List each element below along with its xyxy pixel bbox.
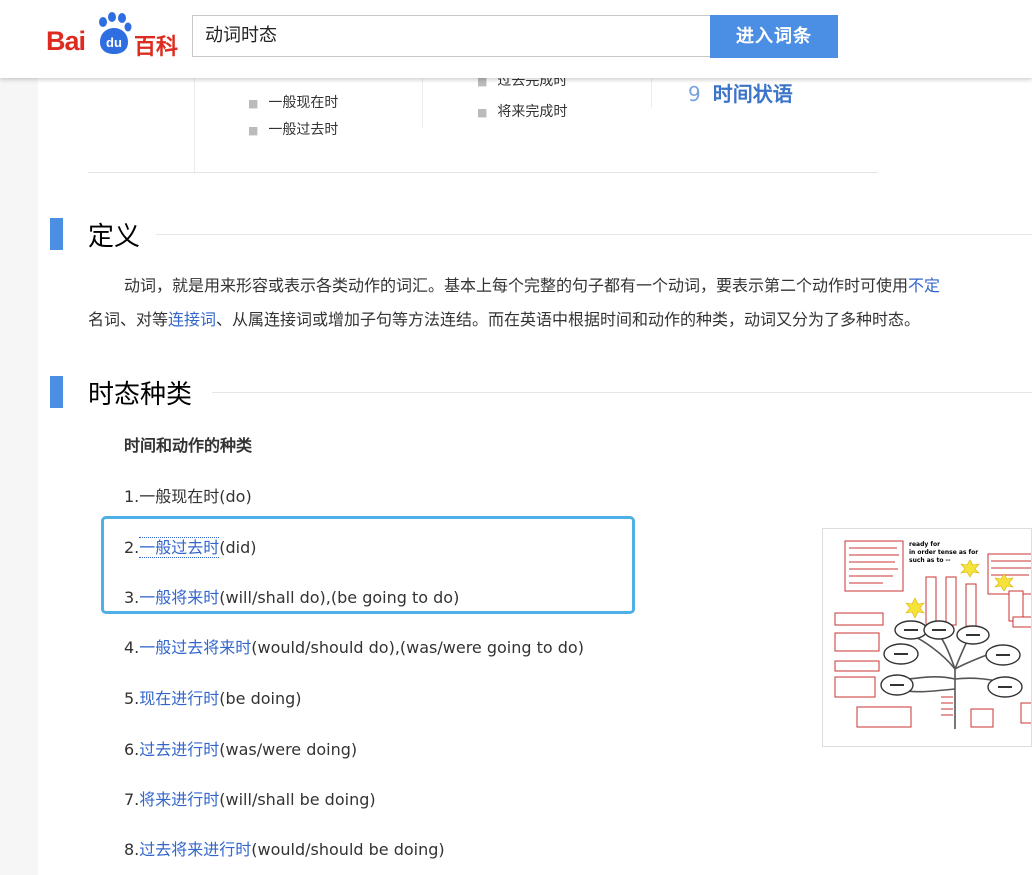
definition-line-1: 动词，就是用来形容或表示各类动作的词汇。基本上每个完整的句子都有一个动词，要表示… bbox=[124, 272, 940, 296]
section-divider bbox=[212, 392, 1032, 393]
bullet-icon: ■ bbox=[248, 124, 259, 137]
tense-tree-image[interactable]: ready for in order tense as for such as … bbox=[822, 528, 1032, 747]
toc-number: 9 bbox=[688, 82, 701, 106]
link-present-continuous[interactable]: 现在进行时 bbox=[139, 689, 219, 708]
tense-number: 8. bbox=[124, 840, 140, 859]
toc-divider bbox=[422, 78, 423, 128]
link-conjunction[interactable]: 连接词 bbox=[168, 310, 216, 329]
link-past-continuous[interactable]: 过去进行时 bbox=[139, 740, 219, 759]
bullet-icon: ■ bbox=[477, 106, 488, 119]
section-divider bbox=[156, 234, 1032, 235]
tense-number: 6. bbox=[124, 740, 140, 759]
tense-form: (was/were doing) bbox=[219, 740, 358, 759]
highlight-box bbox=[101, 516, 635, 614]
section-title-tense-types: 时态种类 bbox=[88, 380, 193, 410]
toc-divider bbox=[651, 78, 652, 108]
tense-item: 8.过去将来进行时(would/should be doing) bbox=[124, 836, 445, 860]
definition-text: 、从属连接词或增加子句等方法连结。而在英语中根据时间和动作的种类，动词又分为了多… bbox=[216, 310, 921, 329]
section-marker bbox=[50, 376, 63, 408]
link-infinitive[interactable]: 不定 bbox=[908, 276, 940, 295]
toc-item[interactable]: ■ 将来完成时 bbox=[477, 101, 567, 121]
tense-form: (would/should do),(was/were going to do) bbox=[251, 638, 584, 657]
logo-du-text: du bbox=[106, 35, 122, 50]
tense-form: (will/shall be doing) bbox=[219, 790, 376, 809]
tense-number: 1. bbox=[124, 487, 140, 506]
toc-item-time-adverbial[interactable]: 9 时间状语 bbox=[688, 78, 793, 107]
section-title-definition: 定义 bbox=[88, 222, 141, 252]
definition-line-2: 名词、对等连接词、从属连接词或增加子句等方法连结。而在英语中根据时间和动作的种类… bbox=[88, 306, 920, 330]
link-past-future-continuous[interactable]: 过去将来进行时 bbox=[139, 840, 251, 859]
tense-form: (would/should be doing) bbox=[251, 840, 445, 859]
tense-item: 6.过去进行时(was/were doing) bbox=[124, 736, 357, 760]
tense-item: 5.现在进行时(be doing) bbox=[124, 685, 302, 709]
logo-baike-text: 百科 bbox=[134, 35, 179, 60]
toc-item-label: 将来完成时 bbox=[497, 104, 568, 120]
tense-item: 1.一般现在时(do) bbox=[124, 483, 252, 507]
definition-text: 动词，就是用来形容或表示各类动作的词汇。基本上每个完整的句子都有一个动词，要表示… bbox=[124, 276, 909, 295]
search-input[interactable]: 动词时态 bbox=[192, 15, 710, 57]
tree-diagram-illustration: ready for in order tense as for such as … bbox=[834, 540, 1031, 729]
image-note: in order tense as for bbox=[909, 549, 978, 556]
toc-item-label: 时间状语 bbox=[712, 82, 793, 106]
toc-item-label: 一般过去时 bbox=[268, 122, 339, 138]
definition-text: 名词、对等 bbox=[88, 310, 169, 329]
toc-divider bbox=[88, 78, 195, 172]
tense-name: 一般现在时 bbox=[139, 487, 220, 506]
bullet-icon: ■ bbox=[248, 97, 259, 110]
tense-number: 5. bbox=[124, 689, 140, 708]
toc-item[interactable]: ■ 一般过去时 bbox=[248, 119, 338, 139]
image-note: such as to -- bbox=[909, 557, 951, 564]
enter-entry-button[interactable]: 进入词条 bbox=[710, 15, 838, 58]
tense-number: 4. bbox=[124, 638, 140, 657]
subheading-time-action-types: 时间和动作的种类 bbox=[124, 436, 253, 455]
tense-number: 7. bbox=[124, 790, 140, 809]
toc-item-label: 一般现在时 bbox=[268, 95, 339, 111]
tense-form: (be doing) bbox=[219, 689, 302, 708]
logo-bai-text: Bai bbox=[46, 26, 86, 56]
tense-item: 4.一般过去将来时(would/should do),(was/were goi… bbox=[124, 634, 584, 658]
left-margin bbox=[0, 78, 38, 875]
top-header: Bai du 百科 动词时态 进入词条 bbox=[0, 0, 1032, 78]
tense-form: (do) bbox=[219, 487, 252, 506]
link-past-future[interactable]: 一般过去将来时 bbox=[139, 638, 251, 657]
image-note: ready for bbox=[909, 541, 940, 548]
link-future-continuous[interactable]: 将来进行时 bbox=[139, 790, 219, 809]
tense-item: 7.将来进行时(will/shall be doing) bbox=[124, 786, 376, 810]
toc-item[interactable]: ■ 一般现在时 bbox=[248, 92, 338, 112]
paw-icon: du bbox=[99, 12, 132, 54]
section-marker bbox=[50, 218, 63, 250]
baidu-baike-logo[interactable]: Bai du 百科 bbox=[46, 12, 186, 60]
